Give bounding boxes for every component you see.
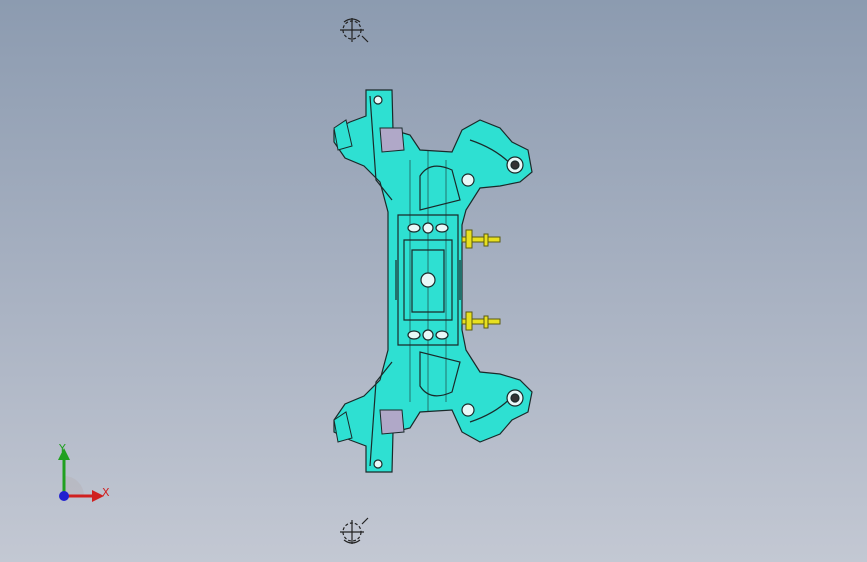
sketch-symbol-bottom [340, 517, 369, 544]
sketch-symbol-top [340, 18, 369, 43]
yellow-bolts [461, 229, 501, 331]
triad-y-label: Y [59, 442, 66, 455]
triad-x-label: X [102, 486, 110, 499]
subframe-model[interactable] [0, 0, 867, 562]
view-triad: Y X [48, 440, 128, 510]
graphics-viewport[interactable]: Y X [0, 0, 867, 562]
